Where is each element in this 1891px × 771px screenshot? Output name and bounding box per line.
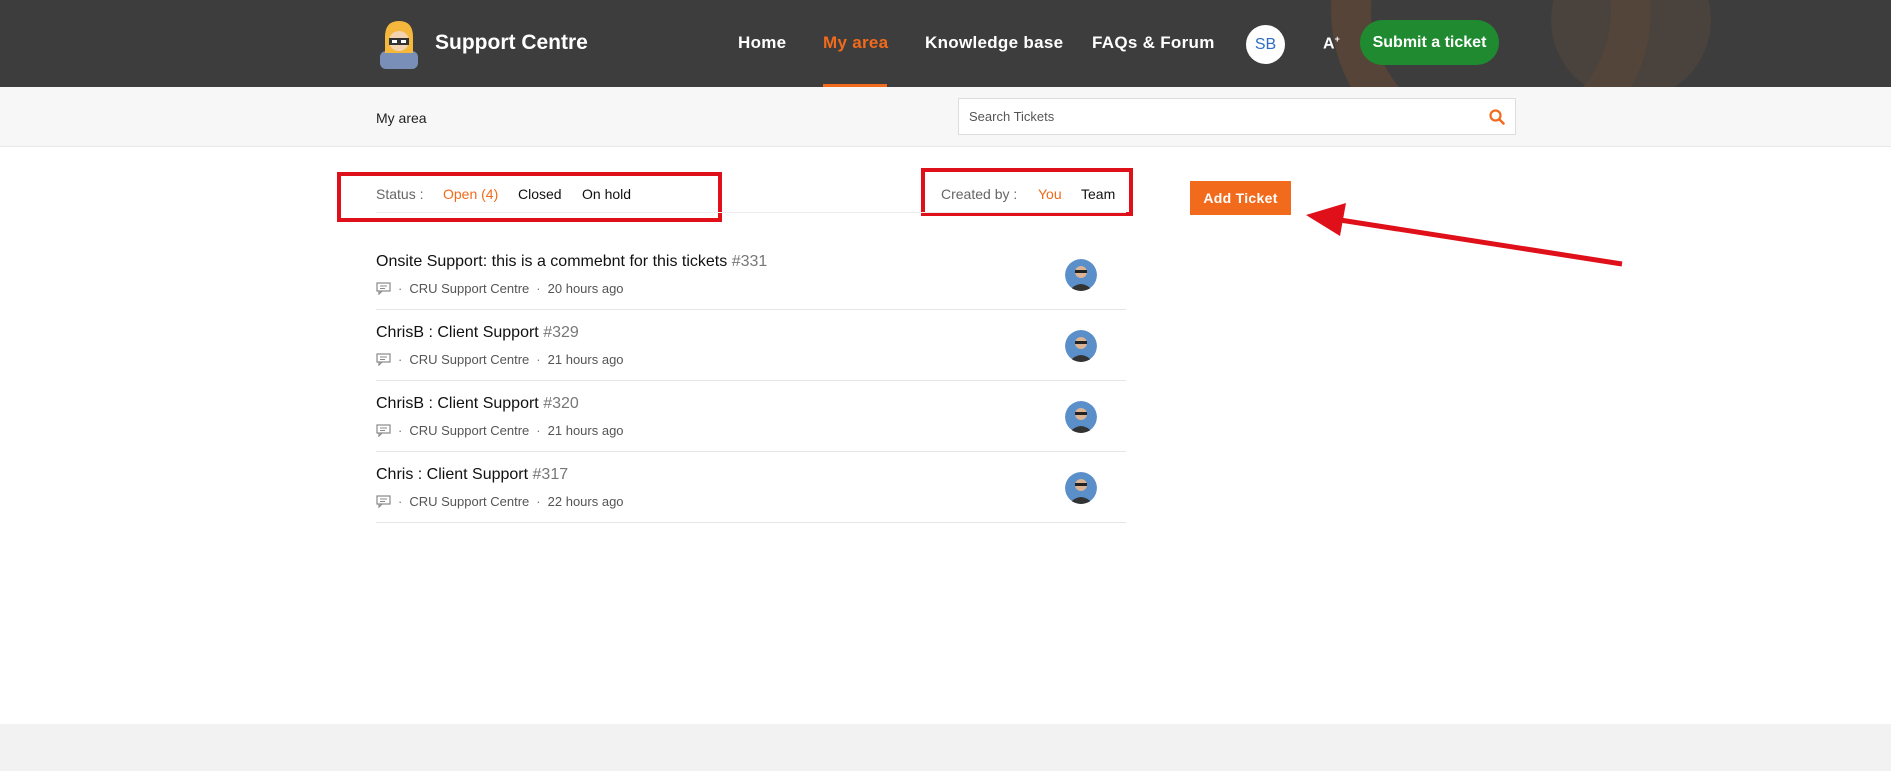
annotation-arrow: [1306, 203, 1623, 267]
status-filter-label: Status :: [376, 186, 424, 202]
nav-faqs-forum[interactable]: FAQs & Forum: [1092, 33, 1215, 53]
status-filter-closed[interactable]: Closed: [518, 186, 562, 202]
breadcrumb: My area: [376, 110, 427, 126]
nav-home[interactable]: Home: [738, 33, 786, 53]
assignee-avatar: [1065, 259, 1097, 291]
ticket-title[interactable]: Chris : Client Support #317: [376, 466, 568, 484]
created-by-label: Created by :: [941, 186, 1018, 202]
meta-separator: ·: [536, 423, 541, 438]
ticket-row[interactable]: ChrisB : Client Support #320 · CRU Suppo…: [376, 381, 1126, 452]
search-field[interactable]: [958, 98, 1516, 135]
ticket-team: CRU Support Centre: [409, 281, 530, 296]
ticket-number: #317: [532, 466, 569, 483]
ticket-time: 21 hours ago: [547, 423, 624, 438]
support-agent-logo[interactable]: [376, 19, 422, 69]
user-avatar[interactable]: SB: [1246, 25, 1285, 64]
meta-separator: ·: [398, 281, 403, 296]
nav-knowledge-base[interactable]: Knowledge base: [925, 33, 1063, 53]
assignee-avatar: [1065, 401, 1097, 433]
meta-separator: ·: [536, 281, 541, 296]
assignee-avatar: [1065, 330, 1097, 362]
ticket-team: CRU Support Centre: [409, 352, 530, 367]
meta-separator: ·: [536, 352, 541, 367]
ticket-row[interactable]: ChrisB : Client Support #329 · CRU Suppo…: [376, 310, 1126, 381]
add-ticket-button[interactable]: Add Ticket: [1190, 181, 1291, 215]
meta-separator: ·: [398, 494, 403, 509]
ticket-number: #320: [543, 395, 579, 412]
created-by-team[interactable]: Team: [1081, 186, 1115, 202]
search-icon[interactable]: [1489, 109, 1505, 125]
ticket-number: #331: [731, 253, 768, 270]
meta-separator: ·: [398, 423, 403, 438]
ticket-time: 22 hours ago: [547, 494, 624, 509]
ticket-subject: ChrisB : Client Support: [376, 395, 539, 412]
comment-icon: [376, 495, 391, 508]
comment-icon: [376, 353, 391, 366]
brand-name[interactable]: Support Centre: [435, 31, 588, 55]
ticket-meta: · CRU Support Centre · 20 hours ago: [376, 281, 624, 296]
status-filter-on-hold[interactable]: On hold: [582, 186, 631, 202]
ticket-title[interactable]: ChrisB : Client Support #329: [376, 324, 579, 342]
meta-separator: ·: [536, 494, 541, 509]
ticket-meta: · CRU Support Centre · 21 hours ago: [376, 352, 624, 367]
search-input[interactable]: [959, 99, 1439, 134]
ticket-meta: · CRU Support Centre · 21 hours ago: [376, 423, 624, 438]
assignee-avatar: [1065, 472, 1097, 504]
header-background-decoration: [1551, 0, 1711, 87]
ticket-number: #329: [543, 324, 579, 341]
nav-my-area[interactable]: My area: [823, 33, 888, 53]
ticket-team: CRU Support Centre: [409, 494, 530, 509]
filter-divider: [376, 212, 1126, 213]
page-footer: [0, 724, 1891, 771]
ticket-title[interactable]: ChrisB : Client Support #320: [376, 395, 579, 413]
ticket-meta: · CRU Support Centre · 22 hours ago: [376, 494, 624, 509]
meta-separator: ·: [398, 352, 403, 367]
ticket-title[interactable]: Onsite Support: this is a commebnt for t…: [376, 253, 767, 271]
ticket-subject: Onsite Support: this is a commebnt for t…: [376, 253, 728, 270]
ticket-subject: Chris : Client Support: [376, 466, 529, 483]
top-header: Support Centre Home My area Knowledge ba…: [0, 0, 1891, 87]
comment-icon: [376, 282, 391, 295]
font-size-label: A: [1323, 35, 1335, 53]
status-filter-open[interactable]: Open (4): [443, 186, 498, 202]
ticket-subject: ChrisB : Client Support: [376, 324, 539, 341]
ticket-row[interactable]: Chris : Client Support #317 · CRU Suppor…: [376, 452, 1126, 523]
submit-ticket-button[interactable]: Submit a ticket: [1360, 20, 1499, 65]
ticket-team: CRU Support Centre: [409, 423, 530, 438]
sub-header-bar: My area: [0, 87, 1891, 147]
created-by-you[interactable]: You: [1038, 186, 1062, 202]
font-size-icon[interactable]: A+: [1323, 34, 1340, 53]
comment-icon: [376, 424, 391, 437]
ticket-row[interactable]: Onsite Support: this is a commebnt for t…: [376, 239, 1126, 310]
ticket-time: 20 hours ago: [547, 281, 624, 296]
ticket-time: 21 hours ago: [547, 352, 624, 367]
